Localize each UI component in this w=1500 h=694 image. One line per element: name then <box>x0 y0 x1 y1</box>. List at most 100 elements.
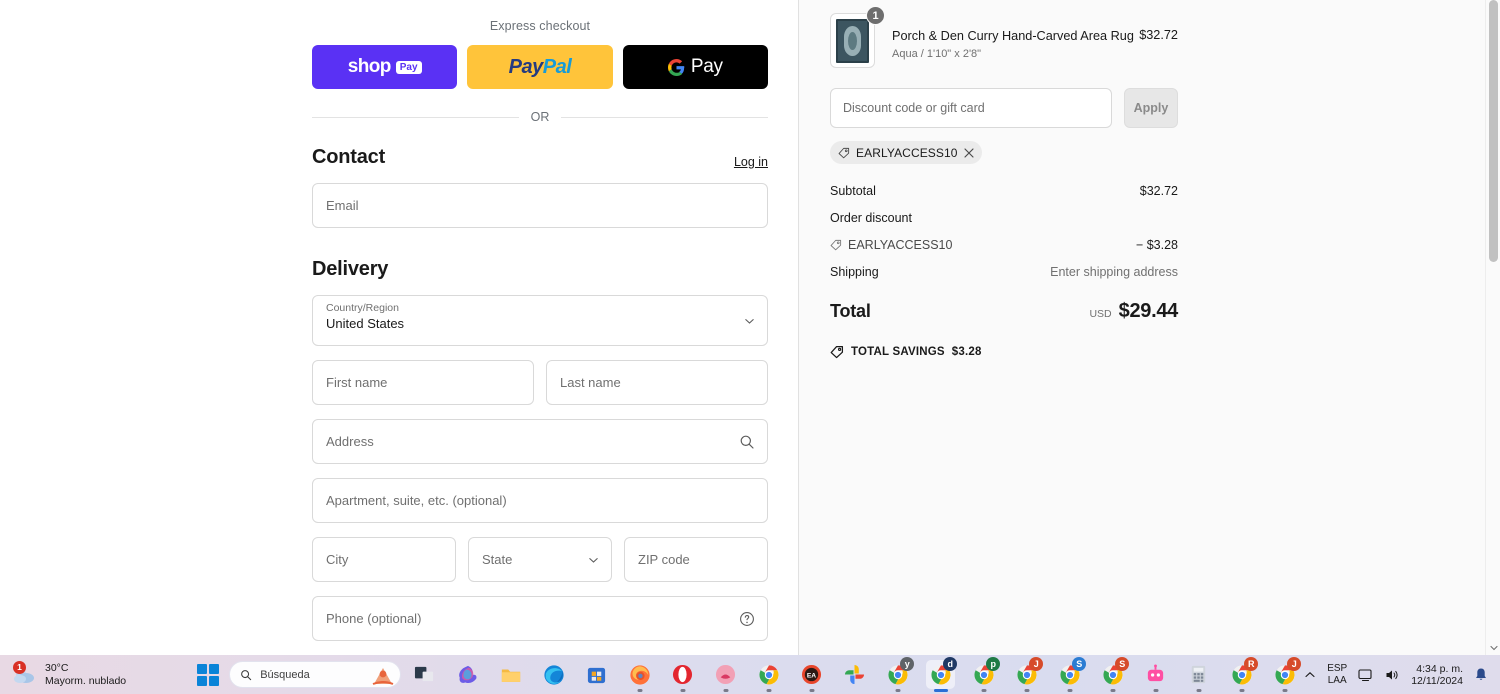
order-discount-label: Order discount <box>830 211 912 225</box>
chevron-up-icon <box>1305 671 1315 677</box>
folder-icon <box>501 669 520 682</box>
taskbar-app-microsoft-store[interactable] <box>582 660 611 689</box>
volume-button[interactable] <box>1385 668 1400 682</box>
show-hidden-icons-button[interactable] <box>1304 669 1316 681</box>
taskbar-app-ea[interactable]: EA <box>797 660 826 689</box>
taskbar-app-chrome-profile-p[interactable]: p <box>969 657 1001 689</box>
google-pay-button[interactable]: Pay <box>622 45 768 89</box>
help-circle-icon[interactable] <box>739 611 755 627</box>
first-name-field[interactable] <box>312 360 534 405</box>
country-region-select[interactable]: Country/Region United States <box>312 295 768 346</box>
bell-icon <box>1476 668 1486 680</box>
taskbar-app-robot[interactable] <box>1141 660 1170 689</box>
subtotal-label: Subtotal <box>830 184 876 198</box>
chrome-icon <box>759 664 779 685</box>
log-in-link[interactable]: Log in <box>734 155 768 169</box>
chrome-profile-badge: J <box>1287 657 1302 671</box>
tag-icon <box>830 345 844 359</box>
last-name-input[interactable] <box>547 361 767 404</box>
phone-input[interactable] <box>313 597 767 640</box>
discount-code-input[interactable] <box>831 89 1111 127</box>
taskbar-app-opera[interactable] <box>668 660 697 689</box>
taskbar-app-chrome-profile-r[interactable]: R <box>1227 657 1259 689</box>
page-scrollbar[interactable] <box>1485 0 1500 655</box>
shop-pay-button[interactable]: shop Pay <box>312 45 458 89</box>
discount-code-field[interactable] <box>830 88 1112 128</box>
state-placeholder-label: State <box>482 552 513 567</box>
opera-icon <box>673 664 693 685</box>
taskbar-app-chrome-profile-y[interactable]: y <box>883 657 915 689</box>
phone-field[interactable] <box>312 596 768 641</box>
paypal-button[interactable]: PayPal <box>467 45 613 89</box>
city-field[interactable] <box>312 537 456 582</box>
taskbar-app-microsoft-edge[interactable] <box>539 660 568 689</box>
google-g-icon <box>667 58 685 76</box>
checkout-form-column: Express checkout shop Pay PayPal Pay OR … <box>0 0 798 688</box>
state-select[interactable]: State <box>468 537 612 582</box>
chrome-profile-badge: y <box>900 657 915 671</box>
chrome-profile-badge: J <box>1029 657 1044 671</box>
clock[interactable]: 4:34 p. m. 12/11/2024 <box>1411 663 1463 687</box>
rug-image <box>836 18 869 63</box>
taskbar-app-chrome-profile-s1[interactable]: S <box>1055 657 1087 689</box>
product-thumbnail-wrap: 1 <box>830 6 885 68</box>
address-field[interactable] <box>312 419 768 464</box>
zip-code-field[interactable] <box>624 537 768 582</box>
language-indicator[interactable]: ESP LAA <box>1327 663 1347 686</box>
search-icon <box>241 669 252 680</box>
chevron-down-icon <box>745 318 754 324</box>
chevron-down-icon <box>1489 645 1498 651</box>
taskbar-app-chrome-profile-j[interactable]: J <box>1012 657 1044 689</box>
weather-widget[interactable]: 1 30°C Mayorm. nublado <box>0 660 197 687</box>
totals-row-subtotal: Subtotal $32.72 <box>830 184 1178 198</box>
apartment-field[interactable] <box>312 478 768 523</box>
chrome-profile-badge: S <box>1072 657 1087 671</box>
notifications-button[interactable] <box>1474 667 1488 682</box>
tag-icon <box>838 147 850 158</box>
scrollbar-thumb[interactable] <box>1489 0 1498 262</box>
start-button[interactable] <box>197 663 220 686</box>
discount-amount-value: − $3.28 <box>1135 238 1178 252</box>
search-mascot-icon <box>372 668 394 685</box>
taskbar-app-file-explorer[interactable] <box>496 660 525 689</box>
first-name-input[interactable] <box>313 361 533 404</box>
chrome-profile-badge: S <box>1115 657 1130 671</box>
chrome-profile-badge: d <box>943 657 958 671</box>
checkout-page: Express checkout shop Pay PayPal Pay OR … <box>0 0 1500 688</box>
address-input[interactable] <box>313 420 767 463</box>
taskbar-app-task-view[interactable] <box>410 660 439 689</box>
applied-discount-code: EARLYACCESS10 <box>856 145 958 160</box>
network-icon <box>1358 668 1372 681</box>
taskbar-app-firefox[interactable] <box>625 660 654 689</box>
discount-row: Apply <box>830 88 1178 128</box>
music-app-icon <box>716 664 736 685</box>
email-field[interactable] <box>312 183 768 228</box>
taskbar-search[interactable]: Búsqueda <box>229 661 402 688</box>
remove-discount-icon[interactable] <box>964 147 974 158</box>
taskbar-app-chrome-profile-d[interactable]: d <box>926 657 958 689</box>
weather-temperature: 30°C <box>45 662 69 674</box>
search-icon[interactable] <box>739 434 755 450</box>
product-variant: Aqua / 1'10" x 2'8" <box>892 48 982 60</box>
contact-header: Contact Log in <box>312 146 768 169</box>
apply-discount-button[interactable]: Apply <box>1124 88 1178 128</box>
zip-code-input[interactable] <box>625 538 767 581</box>
city-input[interactable] <box>313 538 455 581</box>
email-input[interactable] <box>313 184 767 227</box>
taskbar-app-google-photos[interactable] <box>840 660 869 689</box>
last-name-field[interactable] <box>546 360 768 405</box>
taskbar-app-copilot[interactable] <box>453 660 482 689</box>
name-row <box>312 346 768 405</box>
taskbar-app-chrome-profile-j2[interactable]: J <box>1270 657 1302 689</box>
paypal-logo: PayPal <box>508 55 572 78</box>
apartment-input[interactable] <box>313 479 767 522</box>
taskbar-app-calculator[interactable] <box>1184 660 1213 689</box>
tag-icon <box>830 239 842 251</box>
taskbar-app-chrome-1[interactable] <box>754 660 783 689</box>
taskbar-app-music[interactable] <box>711 660 740 689</box>
network-button[interactable] <box>1358 668 1374 682</box>
chrome-profile-badge: p <box>986 657 1001 671</box>
taskbar-app-chrome-profile-s2[interactable]: S <box>1098 657 1130 689</box>
chevron-down-icon <box>589 557 598 563</box>
scrollbar-down-arrow[interactable] <box>1486 641 1500 655</box>
